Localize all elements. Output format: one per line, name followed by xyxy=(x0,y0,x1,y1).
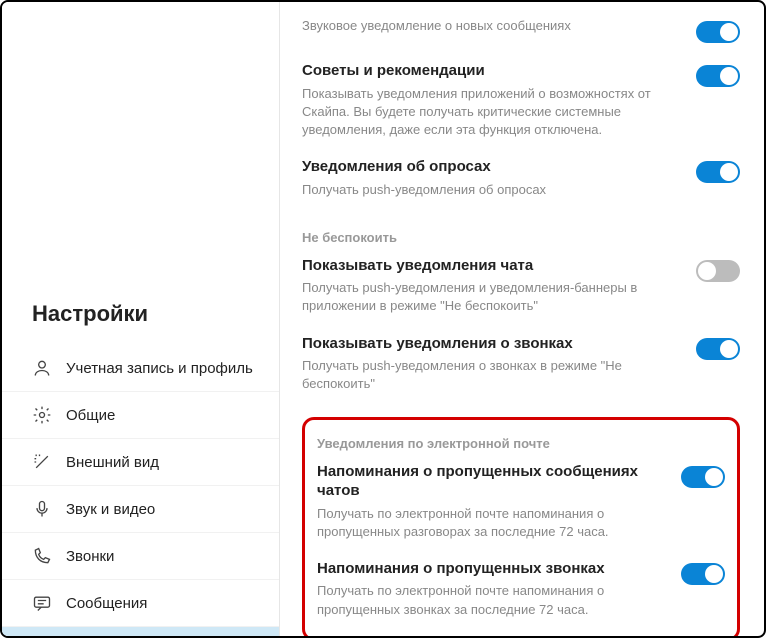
sidebar-item-label: Внешний вид xyxy=(66,454,159,471)
sidebar-item-notifications[interactable]: Уведомления xyxy=(2,627,279,638)
toggle-call-notifications[interactable] xyxy=(696,338,740,360)
toggle-polls[interactable] xyxy=(696,161,740,183)
setting-desc: Получать по электронной почте напоминани… xyxy=(317,505,667,541)
content-panel: Звуковое уведомление о новых сообщениях … xyxy=(280,2,764,636)
sidebar-item-calling[interactable]: Звонки xyxy=(2,533,279,580)
setting-title: Показывать уведомления чата xyxy=(302,256,682,276)
setting-title: Уведомления об опросах xyxy=(302,157,682,177)
wand-icon xyxy=(32,452,52,472)
email-notifications-section: Уведомления по электронной почте Напомин… xyxy=(302,417,740,637)
setting-desc: Получать push-уведомления и уведомления-… xyxy=(302,279,682,315)
setting-desc: Получать по электронной почте напоминани… xyxy=(317,582,667,618)
close-button[interactable] xyxy=(2,2,279,277)
setting-sound-new-messages: Звуковое уведомление о новых сообщениях xyxy=(302,8,740,52)
sidebar-item-label: Сообщения xyxy=(66,595,147,612)
setting-call-notifications: Показывать уведомления о звонках Получат… xyxy=(302,325,740,403)
sidebar-item-appearance[interactable]: Внешний вид xyxy=(2,439,279,486)
setting-desc: Звуковое уведомление о новых сообщениях xyxy=(302,17,682,35)
microphone-icon xyxy=(32,499,52,519)
account-icon xyxy=(32,358,52,378)
sidebar-item-label: Учетная запись и профиль xyxy=(66,360,253,377)
toggle-tips[interactable] xyxy=(696,65,740,87)
setting-desc: Получать push-уведомления об опросах xyxy=(302,181,682,199)
sidebar-item-label: Звонки xyxy=(66,548,114,565)
setting-missed-call-reminder: Напоминания о пропущенных звонках Получа… xyxy=(317,550,725,628)
sidebar: Настройки Учетная запись и профиль Общие… xyxy=(2,2,280,636)
chat-icon xyxy=(32,593,52,613)
setting-title: Показывать уведомления о звонках xyxy=(302,334,682,354)
setting-missed-chat-reminder: Напоминания о пропущенных сообщениях чат… xyxy=(317,453,725,550)
sidebar-item-label: Общие xyxy=(66,407,115,424)
setting-desc: Получать push-уведомления о звонках в ре… xyxy=(302,357,682,393)
section-dnd: Не беспокоить xyxy=(302,208,740,247)
setting-tips: Советы и рекомендации Показывать уведомл… xyxy=(302,52,740,148)
setting-title: Напоминания о пропущенных сообщениях чат… xyxy=(317,462,667,501)
phone-icon xyxy=(32,546,52,566)
setting-title: Советы и рекомендации xyxy=(302,61,682,81)
setting-title: Напоминания о пропущенных звонках xyxy=(317,559,667,579)
sidebar-item-audio-video[interactable]: Звук и видео xyxy=(2,486,279,533)
toggle-sound-new-messages[interactable] xyxy=(696,21,740,43)
toggle-chat-notifications[interactable] xyxy=(696,260,740,282)
settings-title: Настройки xyxy=(2,277,279,345)
close-icon xyxy=(32,254,279,276)
gear-icon xyxy=(32,405,52,425)
section-email: Уведомления по электронной почте xyxy=(317,426,725,453)
sidebar-item-general[interactable]: Общие xyxy=(2,392,279,439)
toggle-missed-call[interactable] xyxy=(681,563,725,585)
sidebar-item-label: Звук и видео xyxy=(66,501,155,518)
sidebar-item-account[interactable]: Учетная запись и профиль xyxy=(2,345,279,392)
setting-polls: Уведомления об опросах Получать push-уве… xyxy=(302,148,740,208)
setting-desc: Показывать уведомления приложений о возм… xyxy=(302,85,682,140)
setting-chat-notifications: Показывать уведомления чата Получать pus… xyxy=(302,247,740,325)
toggle-missed-chat[interactable] xyxy=(681,466,725,488)
sidebar-item-messaging[interactable]: Сообщения xyxy=(2,580,279,627)
